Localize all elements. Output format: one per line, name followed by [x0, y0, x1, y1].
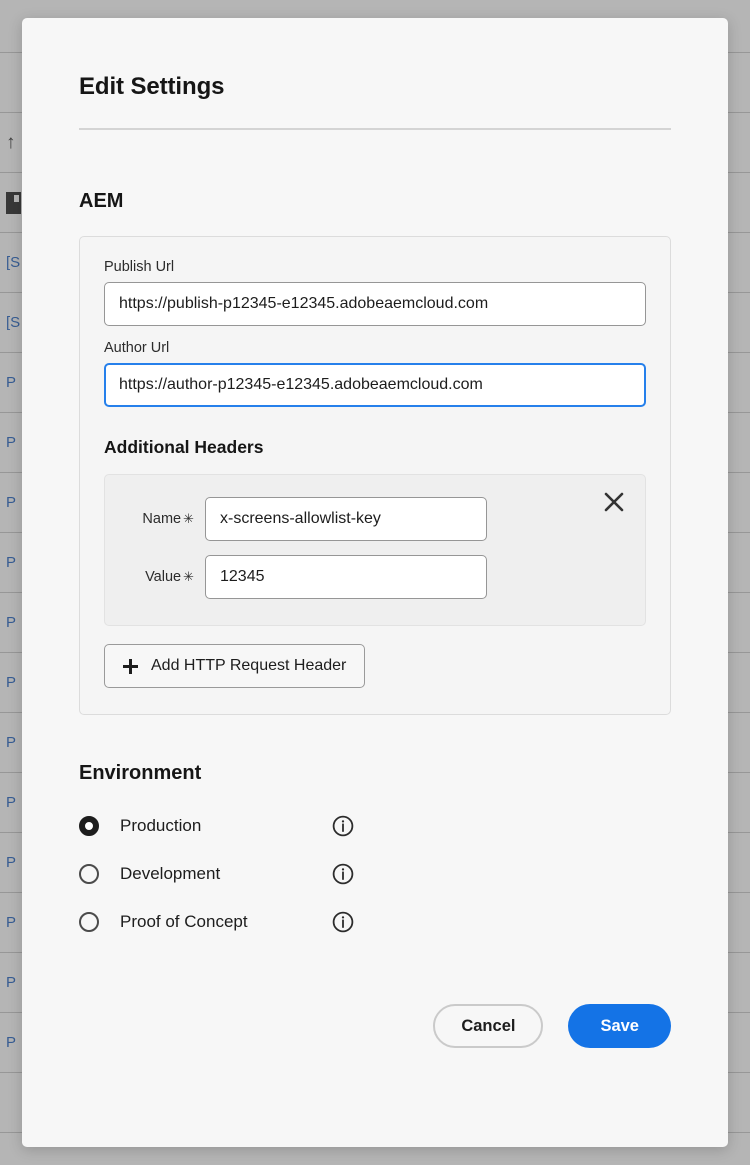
environment-option-content: Proof of Concept: [79, 911, 354, 933]
dialog-footer: Cancel Save: [79, 1004, 671, 1048]
environment-option-production[interactable]: Production: [79, 802, 671, 850]
environment-option-proof-of-concept[interactable]: Proof of Concept: [79, 898, 671, 946]
aem-panel: Publish Url Author Url Additional Header…: [79, 236, 671, 715]
header-name-label: Name ✳: [105, 511, 205, 527]
add-http-request-header-label: Add HTTP Request Header: [151, 657, 347, 674]
environment-radio-group: Production Development Proof of Concept: [79, 802, 671, 946]
header-name-input[interactable]: [205, 497, 487, 541]
publish-url-input[interactable]: [104, 282, 646, 326]
environment-option-content: Production: [79, 815, 354, 837]
aem-section-title: AEM: [79, 190, 124, 212]
header-value-row: Value ✳: [105, 555, 645, 599]
radio-button[interactable]: [79, 912, 99, 932]
http-header-card: Name✳ Value✳: [104, 474, 646, 626]
environment-section-title: Environment: [79, 762, 202, 784]
radio-button[interactable]: [79, 864, 99, 884]
header-name-row: Name ✳: [105, 497, 645, 541]
environment-option-content: Development: [79, 863, 354, 885]
header-value-input[interactable]: [205, 555, 487, 599]
author-url-label: Author Url: [104, 340, 170, 356]
required-asterisk: ✳: [183, 511, 194, 526]
info-icon[interactable]: [332, 815, 354, 837]
additional-headers-title: Additional Headers: [104, 437, 264, 457]
save-button[interactable]: Save: [568, 1004, 671, 1048]
header-value-label-text: Value: [145, 569, 182, 585]
environment-option-label: Proof of Concept: [120, 912, 248, 931]
required-asterisk: ✳: [183, 569, 194, 584]
plus-icon: [123, 658, 138, 674]
info-icon[interactable]: [332, 863, 354, 885]
author-url-input[interactable]: [104, 363, 646, 407]
environment-option-label: Development: [120, 864, 221, 883]
cancel-button[interactable]: Cancel: [433, 1004, 544, 1048]
page-title: Edit Settings: [79, 73, 225, 100]
environment-option-development[interactable]: Development: [79, 850, 671, 898]
radio-button[interactable]: [79, 816, 99, 836]
title-divider: [79, 128, 671, 130]
edit-settings-dialog: Edit Settings AEM Publish Url Author Url…: [22, 18, 728, 1147]
add-http-request-header-button[interactable]: Add HTTP Request Header: [104, 644, 366, 688]
environment-option-label: Production: [120, 816, 202, 835]
header-value-label: Value ✳: [105, 569, 205, 585]
publish-url-label: Publish Url: [104, 259, 175, 275]
close-icon[interactable]: [601, 489, 627, 515]
header-name-label-text: Name: [142, 511, 182, 527]
info-icon[interactable]: [332, 911, 354, 933]
